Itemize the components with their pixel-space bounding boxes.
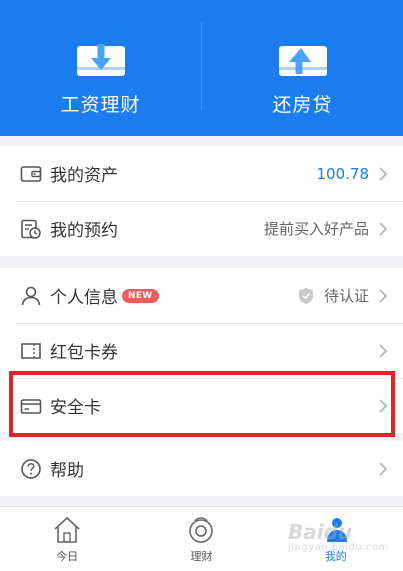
chevron-right-icon xyxy=(379,343,388,358)
chevron-right-icon xyxy=(379,166,388,181)
help-label: 帮助 xyxy=(50,461,84,481)
chevron-right-icon xyxy=(379,288,388,303)
personal-info-row[interactable]: 个人信息 NEW 待认证 xyxy=(0,268,403,323)
my-assets-label: 我的资产 xyxy=(50,166,118,186)
tab-me[interactable]: 我的 xyxy=(269,507,403,571)
verify-status: 待认证 xyxy=(323,287,369,305)
tab-today-label: 今日 xyxy=(56,550,79,563)
coupons-row[interactable]: 红包卡券 xyxy=(0,323,403,378)
chevron-right-icon xyxy=(379,461,388,476)
salary-finance-button[interactable]: 工资理财 xyxy=(0,0,201,136)
new-badge: NEW xyxy=(122,288,159,303)
help-group: 帮助 xyxy=(0,441,403,496)
question-icon xyxy=(21,458,41,479)
card-icon xyxy=(20,398,42,414)
personal-info-label: 个人信息 xyxy=(50,288,118,308)
coupons-label: 红包卡券 xyxy=(50,343,118,363)
assets-group: 我的资产 100.78 我的预约 提前买入好产品 xyxy=(0,146,403,256)
mortgage-repay-label: 还房贷 xyxy=(272,94,333,116)
security-card-label: 安全卡 xyxy=(50,398,101,418)
mortgage-repay-icon xyxy=(278,46,327,76)
tab-finance-label: 理财 xyxy=(190,550,213,563)
salary-finance-label: 工资理财 xyxy=(60,94,141,116)
home-icon xyxy=(54,516,80,543)
me-icon xyxy=(326,518,347,542)
ticket-icon xyxy=(21,342,41,359)
shield-icon xyxy=(298,287,313,304)
my-assets-row[interactable]: 我的资产 100.78 xyxy=(0,146,403,201)
my-booking-label: 我的预约 xyxy=(50,221,118,241)
bottom-tab-bar: 今日 理财 我的 xyxy=(0,506,403,571)
mortgage-repay-button[interactable]: 还房贷 xyxy=(202,0,403,136)
calendar-clock-icon xyxy=(21,219,41,239)
my-booking-row[interactable]: 我的预约 提前买入好产品 xyxy=(0,201,403,256)
finance-icon xyxy=(189,517,214,543)
chevron-right-icon xyxy=(379,398,388,413)
tab-today[interactable]: 今日 xyxy=(0,507,134,571)
assets-value: 100.78 xyxy=(316,164,370,183)
salary-finance-icon xyxy=(76,44,125,76)
security-card-row[interactable]: 安全卡 xyxy=(0,378,403,433)
user-icon xyxy=(21,286,41,305)
help-row[interactable]: 帮助 xyxy=(0,441,403,496)
wallet-icon xyxy=(20,165,42,182)
hero-banner: 工资理财 还房贷 xyxy=(0,0,403,136)
tab-finance[interactable]: 理财 xyxy=(134,507,268,571)
chevron-right-icon xyxy=(379,221,388,236)
account-group: 个人信息 NEW 待认证 红包卡券 安全卡 xyxy=(0,268,403,433)
tab-me-label: 我的 xyxy=(324,550,347,563)
booking-hint: 提前买入好产品 xyxy=(263,220,369,238)
